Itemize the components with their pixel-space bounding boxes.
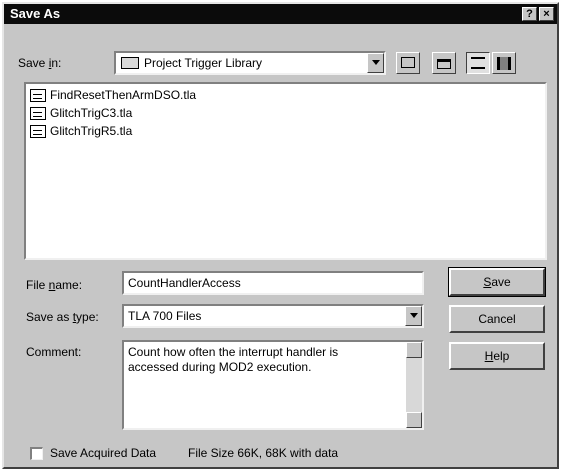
comment-text: Count how often the interrupt handler is… bbox=[128, 345, 339, 374]
tla-file-icon bbox=[30, 107, 46, 120]
help-title-button[interactable]: ? bbox=[522, 7, 537, 21]
file-list[interactable]: FindResetThenArmDSO.tla GlitchTrigC3.tla… bbox=[24, 82, 547, 260]
save-in-dropdown[interactable]: Project Trigger Library bbox=[114, 51, 386, 75]
window-title: Save As bbox=[10, 6, 61, 21]
comment-label: Comment: bbox=[26, 345, 82, 359]
save-in-label: Save in: bbox=[18, 56, 62, 70]
title-bar: Save As ? × bbox=[4, 4, 557, 24]
save-acquired-data-checkbox[interactable] bbox=[30, 447, 43, 460]
new-folder-icon bbox=[437, 59, 451, 69]
details-view-button[interactable] bbox=[492, 52, 516, 74]
scroll-up-arrow[interactable] bbox=[406, 342, 422, 358]
file-item-name: GlitchTrigC3.tla bbox=[50, 106, 133, 120]
save-as-type-dropdown[interactable]: TLA 700 Files bbox=[122, 304, 424, 328]
save-as-type-dropdown-arrow[interactable] bbox=[405, 306, 422, 326]
save-in-dropdown-arrow[interactable] bbox=[367, 53, 384, 73]
save-in-value: Project Trigger Library bbox=[144, 56, 263, 70]
tla-file-icon bbox=[30, 125, 46, 138]
create-new-folder-button[interactable] bbox=[432, 52, 456, 74]
file-size-text: File Size 66K, 68K with data bbox=[188, 446, 339, 460]
help-button[interactable]: Help bbox=[449, 342, 545, 370]
file-name-input[interactable]: CountHandlerAccess bbox=[122, 271, 424, 295]
file-item-name: GlitchTrigR5.tla bbox=[50, 124, 133, 138]
save-button[interactable]: Save bbox=[448, 267, 546, 297]
save-as-type-value: TLA 700 Files bbox=[128, 309, 202, 323]
file-name-label: File name: bbox=[26, 278, 83, 292]
details-icon bbox=[497, 57, 511, 70]
comment-textarea[interactable]: Count how often the interrupt handler is… bbox=[122, 340, 424, 430]
folder-icon bbox=[121, 57, 139, 69]
file-name-value: CountHandlerAccess bbox=[128, 276, 241, 290]
comment-scrollbar[interactable] bbox=[406, 342, 422, 428]
cancel-button[interactable]: Cancel bbox=[449, 305, 545, 333]
scroll-down-arrow[interactable] bbox=[406, 412, 422, 428]
close-button[interactable]: × bbox=[539, 7, 554, 21]
list-icon bbox=[471, 57, 485, 69]
tla-file-icon bbox=[30, 89, 46, 102]
up-folder-icon bbox=[401, 57, 415, 68]
list-view-button[interactable] bbox=[466, 52, 490, 74]
up-one-level-button[interactable] bbox=[396, 52, 420, 74]
save-as-type-label: Save as type: bbox=[26, 310, 99, 324]
file-item-name: FindResetThenArmDSO.tla bbox=[50, 88, 197, 102]
save-as-dialog: Save As ? × Save in: Project Trigger Lib… bbox=[2, 2, 559, 469]
save-acquired-data-label: Save Acquired Data bbox=[50, 446, 157, 460]
